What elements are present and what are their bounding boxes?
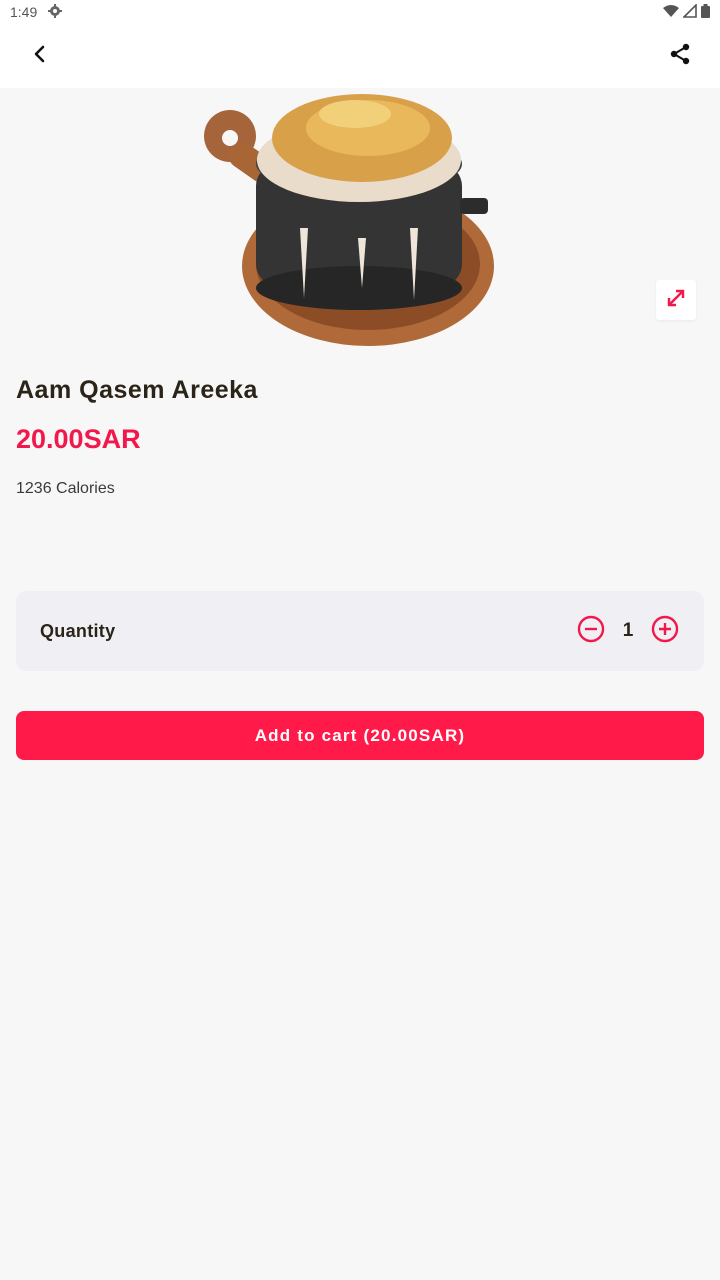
increase-quantity-button[interactable]	[650, 615, 680, 648]
product-image	[204, 94, 494, 346]
battery-icon	[701, 3, 710, 21]
app-bar	[0, 24, 720, 88]
status-icons	[663, 2, 710, 21]
quantity-card: Quantity 1	[16, 591, 704, 671]
product-price: 20.00SAR	[16, 424, 141, 454]
minus-circle-icon	[577, 615, 605, 648]
product-image-area	[0, 88, 720, 360]
wifi-icon	[663, 4, 679, 21]
plus-circle-icon	[651, 615, 679, 648]
back-button[interactable]	[16, 32, 64, 80]
chevron-left-icon	[30, 44, 50, 69]
add-to-cart-button[interactable]: Add to cart (20.00SAR)	[16, 711, 704, 760]
share-button[interactable]	[656, 32, 704, 80]
signal-icon	[682, 2, 697, 21]
product-name: Aam Qasem Areeka	[16, 376, 258, 404]
quantity-stepper: 1	[576, 615, 680, 648]
status-time: 1:49	[10, 4, 38, 20]
decrease-quantity-button[interactable]	[576, 615, 606, 648]
share-icon	[669, 43, 691, 70]
gear-icon	[47, 3, 63, 22]
status-bar: 1:49	[0, 0, 720, 24]
product-calories: 1236 Calories	[16, 480, 115, 497]
expand-image-button[interactable]	[656, 280, 696, 320]
expand-icon	[665, 287, 687, 314]
quantity-label: Quantity	[40, 620, 116, 641]
quantity-value: 1	[622, 620, 634, 641]
